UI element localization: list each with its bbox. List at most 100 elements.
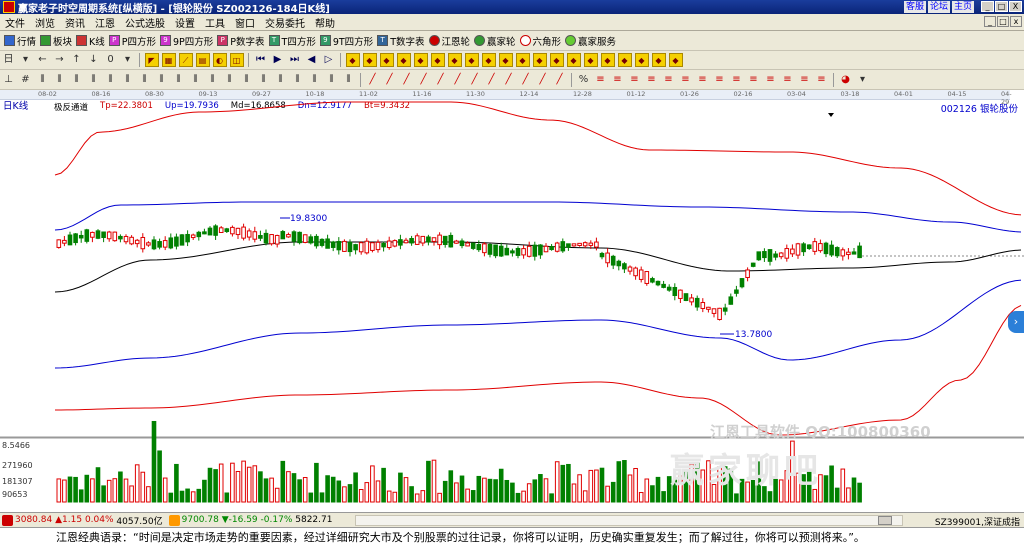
fib-icon[interactable]: ≡ (781, 73, 795, 87)
bars-icon[interactable]: ⫴ (223, 73, 237, 87)
bars-icon[interactable]: ⫴ (274, 73, 288, 87)
arrow-up-icon[interactable]: ↑ (70, 53, 84, 67)
first-page-icon[interactable]: ⏮ (254, 53, 268, 67)
bars-icon[interactable]: ⫴ (70, 73, 84, 87)
line-tool-icon[interactable]: ╱ (366, 73, 380, 87)
line-tool-icon[interactable]: ╱ (434, 73, 448, 87)
toolbar-gann-wheel[interactable]: 江恩轮 (428, 34, 470, 48)
link-forum[interactable]: 论坛 (927, 1, 950, 13)
diamond-icon[interactable]: ◆ (396, 53, 411, 67)
toolbar-p-number[interactable]: P P数字表 (217, 34, 265, 48)
toolbar-winner-wheel[interactable]: 赢家轮 (474, 34, 516, 48)
line-tool-icon[interactable]: ╱ (536, 73, 550, 87)
line-tool-icon[interactable]: ╱ (553, 73, 567, 87)
bars-icon[interactable]: ⫴ (155, 73, 169, 87)
menu-info[interactable]: 资讯 (60, 15, 90, 30)
bars-icon[interactable]: ⫴ (53, 73, 67, 87)
child-restore-button[interactable]: □ (997, 16, 1009, 27)
diamond-icon[interactable]: ◆ (481, 53, 496, 67)
diamond-icon[interactable]: ◆ (345, 53, 360, 67)
toolbar-9p-square[interactable]: 9 9P四方形 (160, 34, 213, 48)
maximize-button[interactable]: □ (995, 1, 1008, 12)
menu-window[interactable]: 窗口 (230, 15, 260, 30)
toolbar-9t-square[interactable]: 9 9T四方形 (319, 34, 373, 48)
bars-icon[interactable]: ⫴ (308, 73, 322, 87)
line-tool-icon[interactable]: ╱ (519, 73, 533, 87)
bars-icon[interactable]: ⫴ (257, 73, 271, 87)
scrollbar-thumb[interactable] (878, 516, 892, 525)
bars-icon[interactable]: ⫴ (87, 73, 101, 87)
diamond-icon[interactable]: ◆ (379, 53, 394, 67)
cycle-icon[interactable]: ◐ (212, 53, 227, 67)
fib-icon[interactable]: ≡ (611, 73, 625, 87)
fib-icon[interactable]: ≡ (594, 73, 608, 87)
diamond-icon[interactable]: ◆ (566, 53, 581, 67)
line-tool-icon[interactable]: ╱ (502, 73, 516, 87)
gann-fan-icon[interactable]: ◤ (144, 53, 159, 67)
minimize-button[interactable]: _ (981, 1, 994, 12)
menu-trade[interactable]: 交易委托 (260, 15, 310, 30)
bars-icon[interactable]: ⫴ (121, 73, 135, 87)
toolbar-quotes[interactable]: 行情 (4, 34, 36, 48)
line-tool-icon[interactable]: ╱ (417, 73, 431, 87)
fib-icon[interactable]: ≡ (628, 73, 642, 87)
fib-icon[interactable]: ≡ (645, 73, 659, 87)
step-forward-icon[interactable]: ▷ (322, 53, 336, 67)
fib-icon[interactable]: ≡ (696, 73, 710, 87)
toolbar-hexagon[interactable]: 六角形 (519, 34, 561, 48)
bars-icon[interactable]: ⫴ (138, 73, 152, 87)
link-home[interactable]: 主页 (951, 1, 974, 13)
child-minimize-button[interactable]: _ (984, 16, 996, 27)
menu-file[interactable]: 文件 (0, 15, 30, 30)
side-scroll-button[interactable]: › (1008, 311, 1024, 333)
bars-icon[interactable]: ⫴ (189, 73, 203, 87)
menu-formula[interactable]: 公式选股 (120, 15, 170, 30)
gann-grid-icon[interactable]: ▤ (195, 53, 210, 67)
bars-icon[interactable]: ⫴ (104, 73, 118, 87)
horizontal-scrollbar[interactable] (355, 515, 903, 526)
diamond-icon[interactable]: ◆ (583, 53, 598, 67)
link-service[interactable]: 客服 (903, 1, 926, 13)
arrow-left-icon[interactable]: ← (36, 53, 50, 67)
close-button[interactable]: X (1009, 1, 1022, 12)
kline-chart[interactable]: 08-02 08-16 08-30 09-13 09-27 10-18 11-02 11-16… (0, 90, 1024, 512)
fib-icon[interactable]: ≡ (764, 73, 778, 87)
bars-icon[interactable]: ⫴ (291, 73, 305, 87)
fib-icon[interactable]: ≡ (798, 73, 812, 87)
calendar-icon[interactable]: 日 (2, 53, 16, 67)
line-tool-icon[interactable]: ╱ (400, 73, 414, 87)
menu-tools[interactable]: 工具 (200, 15, 230, 30)
color-wheel-icon[interactable]: ◕ (839, 73, 853, 87)
diamond-icon[interactable]: ◆ (515, 53, 530, 67)
fib-icon[interactable]: ≡ (679, 73, 693, 87)
chevron-down-icon[interactable]: ▾ (19, 53, 33, 67)
diamond-icon[interactable]: ◆ (617, 53, 632, 67)
grid-lines-icon[interactable]: # (19, 73, 33, 87)
time-window-icon[interactable]: ◫ (229, 53, 244, 67)
toolbar-sectors[interactable]: 板块 (40, 34, 72, 48)
diamond-icon[interactable]: ◆ (464, 53, 479, 67)
bars-icon[interactable]: ⫴ (172, 73, 186, 87)
toolbar-p-square[interactable]: P P四方形 (108, 34, 156, 48)
line-tool-icon[interactable]: ╱ (451, 73, 465, 87)
line-tool-icon[interactable]: ╱ (485, 73, 499, 87)
bars-icon[interactable]: ⫴ (325, 73, 339, 87)
diamond-icon[interactable]: ◆ (498, 53, 513, 67)
gann-angle-icon[interactable]: ⟋ (178, 53, 193, 67)
diamond-icon[interactable]: ◆ (430, 53, 445, 67)
toolbar-service[interactable]: 赢家服务 (565, 34, 616, 48)
circle-icon[interactable]: 0 (104, 53, 118, 67)
play-icon[interactable]: ▶ (271, 53, 285, 67)
fib-icon[interactable]: ≡ (662, 73, 676, 87)
bars-icon[interactable]: ⫴ (206, 73, 220, 87)
next-page-icon[interactable]: ⏭ (288, 53, 302, 67)
percent-icon[interactable]: % (577, 73, 591, 87)
arrow-down-icon[interactable]: ↓ (87, 53, 101, 67)
gann-box-icon[interactable]: ▦ (161, 53, 176, 67)
diamond-icon[interactable]: ◆ (668, 53, 683, 67)
step-back-icon[interactable]: ◀ (305, 53, 319, 67)
diamond-icon[interactable]: ◆ (362, 53, 377, 67)
chevron-down-icon[interactable]: ▾ (856, 73, 870, 87)
diamond-icon[interactable]: ◆ (549, 53, 564, 67)
diamond-icon[interactable]: ◆ (447, 53, 462, 67)
